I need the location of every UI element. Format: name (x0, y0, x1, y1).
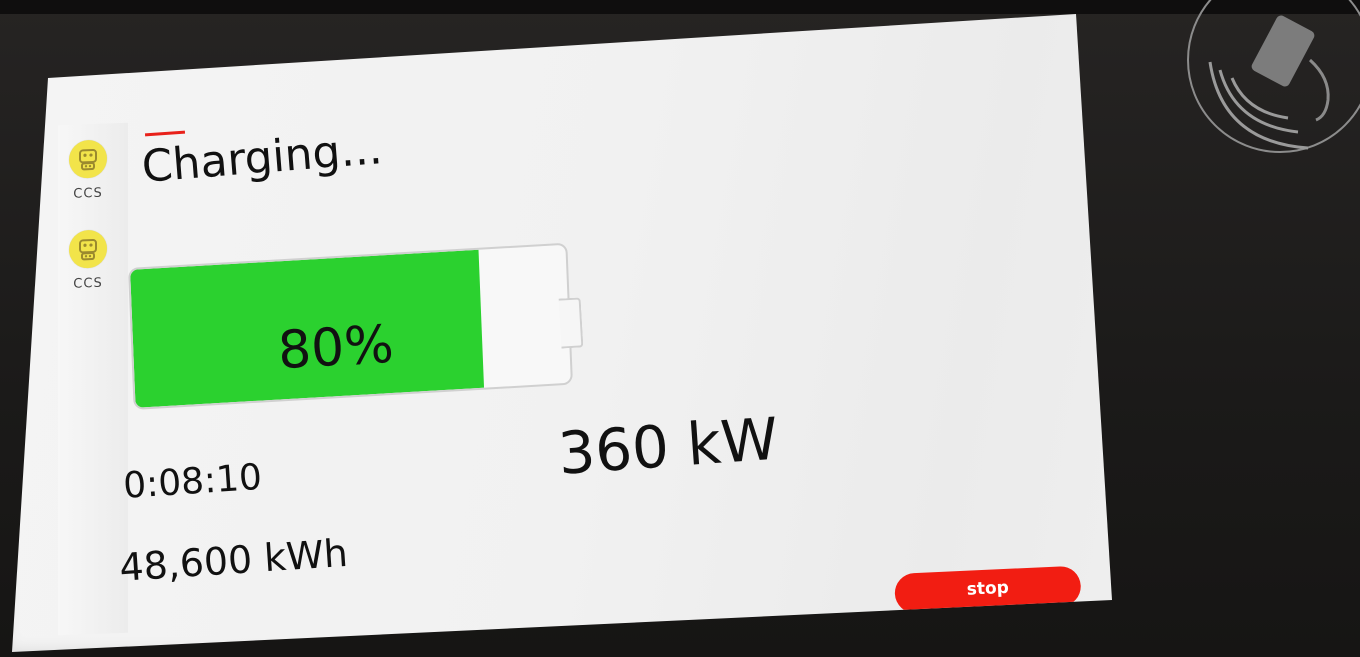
rfid-reader[interactable] (1180, 0, 1360, 160)
ccs-plug-icon (69, 229, 107, 269)
connector-item-1[interactable]: CCS (58, 139, 118, 202)
connector-label: CCS (73, 185, 103, 202)
bezel-top (0, 0, 1360, 14)
rfid-card-tap-icon (1187, 0, 1360, 153)
ccs-plug-icon (69, 139, 107, 179)
connector-sidebar: CCS CCS (58, 122, 128, 636)
charging-power: 360 kW (556, 404, 781, 488)
elapsed-time: 0:08:10 (122, 456, 264, 507)
energy-delivered: 48,600 kWh (118, 530, 350, 590)
title-accent-line (144, 130, 186, 137)
connector-label: CCS (73, 275, 103, 292)
battery-terminal (558, 297, 584, 349)
battery-percent: 80% (276, 314, 396, 382)
connector-item-2[interactable]: CCS (58, 229, 118, 292)
